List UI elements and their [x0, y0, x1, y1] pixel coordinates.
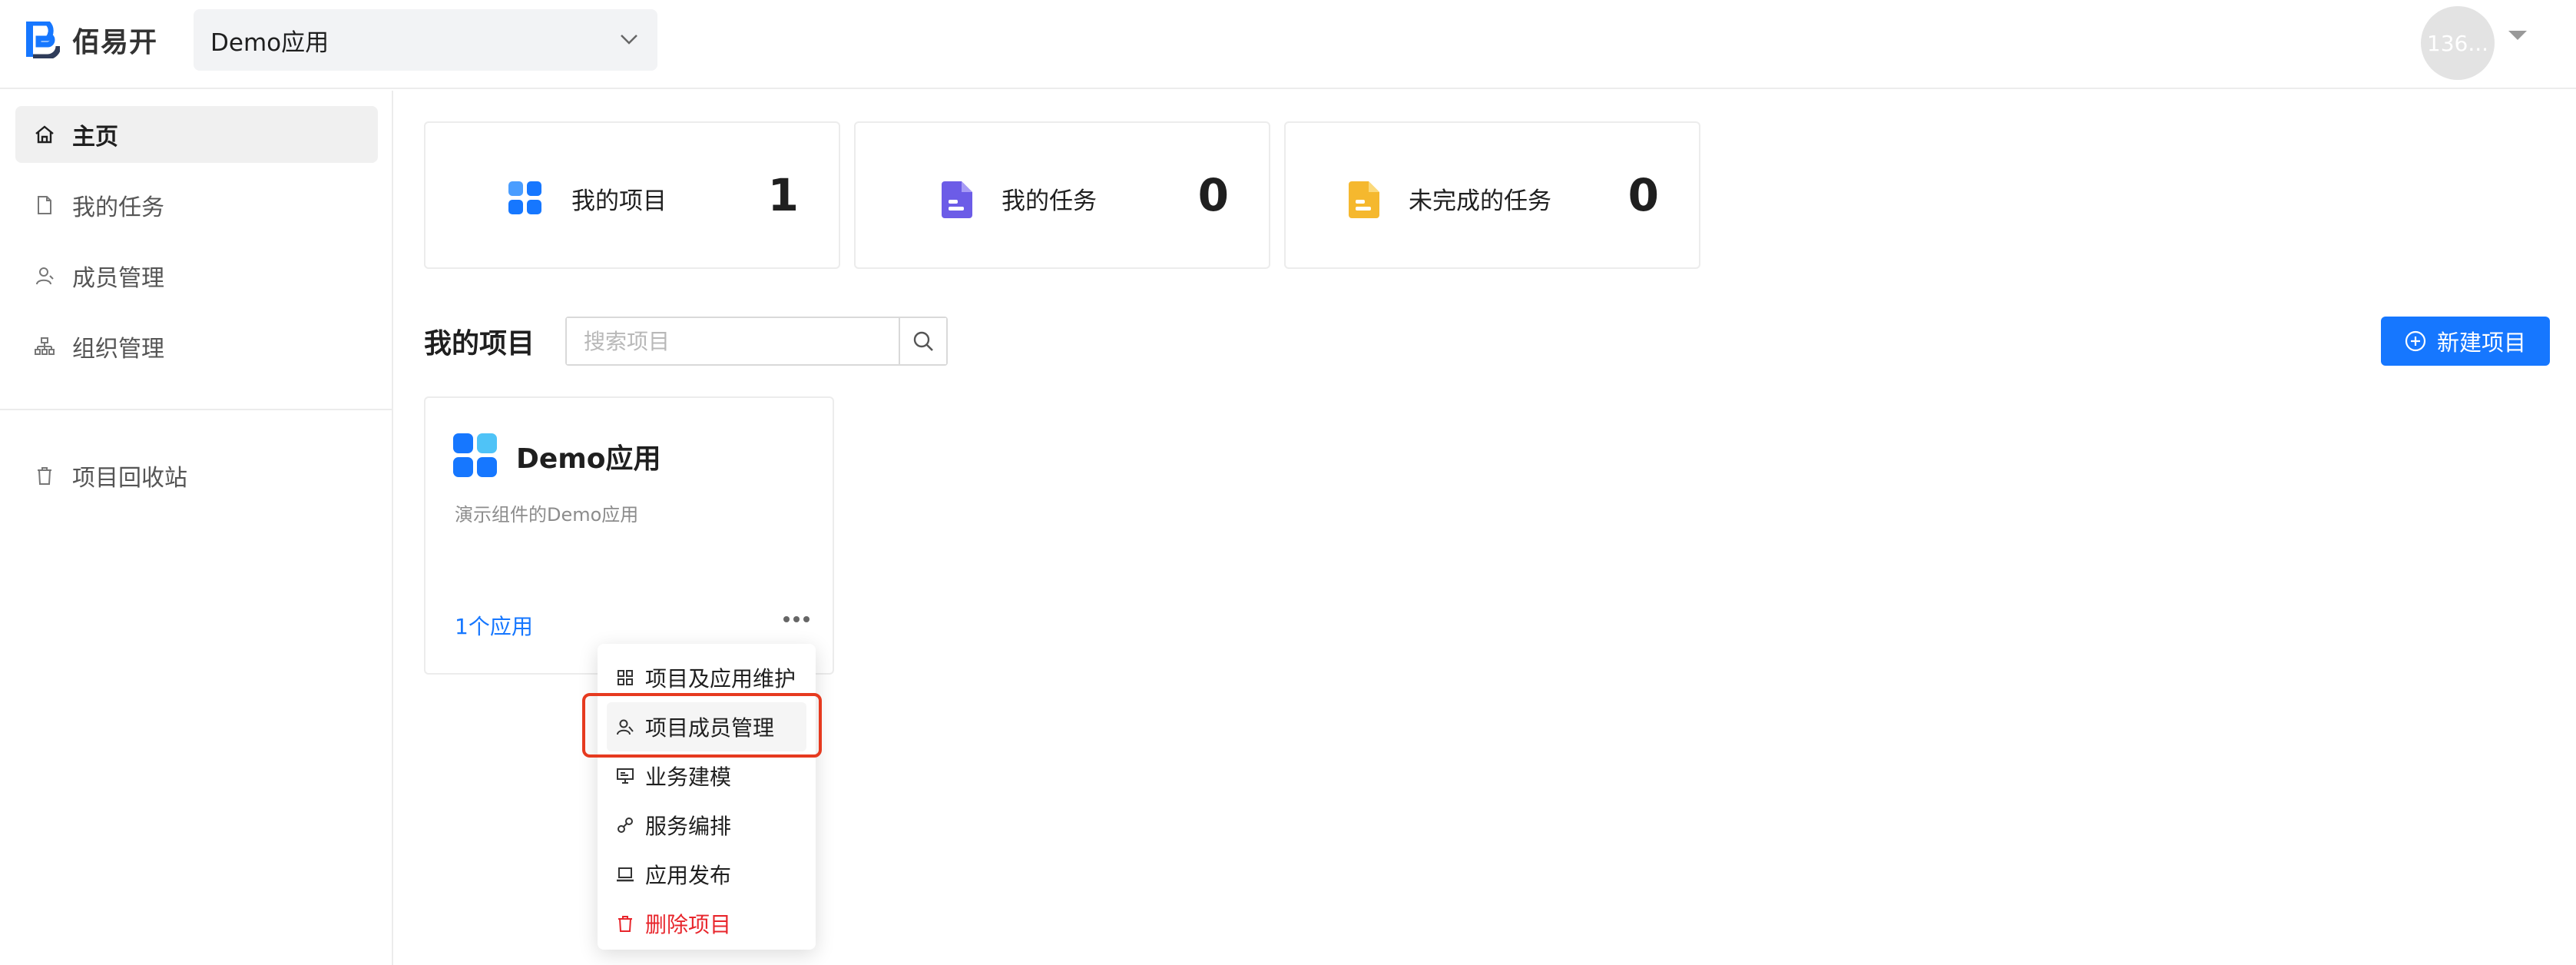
- trash-icon: [38, 467, 51, 485]
- avatar[interactable]: 136...: [2421, 6, 2495, 80]
- section-title: 我的项目: [424, 328, 535, 360]
- search-box: [565, 317, 948, 366]
- link-icon: [618, 817, 633, 833]
- search-button[interactable]: [899, 318, 946, 364]
- menu-item-app-publish[interactable]: 应用发布: [598, 850, 816, 899]
- new-project-button[interactable]: 新建项目: [2381, 317, 2550, 366]
- sidebar-item-recycle-bin[interactable]: 项目回收站: [15, 447, 378, 504]
- top-header: 佰易开 Demo应用 136...: [0, 0, 2576, 89]
- project-description: 演示组件的Demo应用: [455, 504, 639, 526]
- menu-item-label: 业务建模: [645, 764, 732, 790]
- menu-item-label: 项目及应用维护: [645, 666, 796, 691]
- logo-icon: [26, 22, 60, 58]
- menu-item-business-modeling[interactable]: 业务建模: [598, 751, 816, 801]
- stat-card-unfinished-tasks[interactable]: 未完成的任务 0: [1284, 121, 1700, 269]
- menu-item-label: 应用发布: [645, 863, 732, 888]
- stat-value: 0: [1197, 169, 1229, 221]
- project-icon: [453, 433, 497, 477]
- sidebar-item-label: 我的任务: [72, 194, 164, 221]
- stat-label: 我的项目: [571, 187, 667, 215]
- app-select-value: Demo应用: [210, 28, 329, 57]
- menu-item-service-orchestration[interactable]: 服务编排: [598, 801, 816, 850]
- new-project-label: 新建项目: [2436, 330, 2526, 356]
- document-icon: [1349, 181, 1379, 218]
- stat-card-my-tasks[interactable]: 我的任务 0: [854, 121, 1270, 269]
- sidebar-divider: [0, 409, 392, 410]
- file-icon: [38, 196, 51, 214]
- stat-label: 我的任务: [1002, 187, 1097, 215]
- logo-text: 佰易开: [72, 27, 158, 58]
- search-input[interactable]: [567, 318, 899, 364]
- menu-item-label: 服务编排: [645, 814, 732, 839]
- caret-down-icon[interactable]: [2508, 31, 2527, 40]
- app-select[interactable]: Demo应用: [194, 9, 657, 71]
- stat-label: 未完成的任务: [1409, 187, 1551, 215]
- apps-grid-icon: [508, 181, 541, 214]
- sidebar-item-my-tasks[interactable]: 我的任务: [15, 177, 378, 234]
- menu-item-project-maintenance[interactable]: 项目及应用维护: [598, 653, 816, 702]
- stat-value: 0: [1627, 169, 1659, 221]
- monitor-icon: [617, 768, 634, 784]
- project-apps-link[interactable]: 1个应用: [455, 610, 533, 641]
- sidebar-item-label: 主页: [72, 124, 118, 151]
- project-card[interactable]: Demo应用 演示组件的Demo应用 1个应用: [424, 396, 834, 675]
- user-icon: [36, 267, 54, 285]
- grid-icon: [618, 670, 633, 685]
- plus-circle-icon: [2405, 330, 2426, 352]
- stat-value: 1: [767, 169, 799, 221]
- logo[interactable]: 佰易开: [25, 20, 157, 60]
- menu-item-project-members[interactable]: 项目成员管理: [607, 702, 806, 751]
- sidebar-item-label: 成员管理: [72, 265, 164, 292]
- project-name[interactable]: Demo应用: [516, 436, 661, 476]
- more-icon[interactable]: [783, 616, 810, 622]
- project-context-menu: 项目及应用维护 项目成员管理 业务建模 服务编排 应用发布 删除项目: [598, 644, 816, 950]
- document-icon: [942, 181, 972, 218]
- home-icon: [35, 125, 54, 144]
- menu-item-label: 删除项目: [645, 912, 732, 937]
- stat-card-my-projects[interactable]: 我的项目 1: [424, 121, 840, 269]
- menu-item-delete-project[interactable]: 删除项目: [598, 899, 816, 948]
- sidebar-item-label: 项目回收站: [72, 465, 187, 492]
- sidebar-item-home[interactable]: 主页: [15, 106, 378, 163]
- sidebar-item-org[interactable]: 组织管理: [15, 318, 378, 375]
- members-icon: [617, 719, 634, 735]
- sidebar-item-members[interactable]: 成员管理: [15, 247, 378, 304]
- search-icon: [913, 331, 933, 351]
- menu-item-label: 项目成员管理: [645, 715, 775, 741]
- org-icon: [35, 337, 55, 355]
- chevron-down-icon: [621, 35, 637, 45]
- sidebar: 主页 我的任务 成员管理 组织管理 项目回收站: [0, 91, 393, 965]
- delete-icon: [618, 916, 632, 932]
- sidebar-item-label: 组织管理: [72, 336, 164, 363]
- laptop-icon: [617, 867, 634, 882]
- avatar-text: 136...: [2426, 30, 2489, 56]
